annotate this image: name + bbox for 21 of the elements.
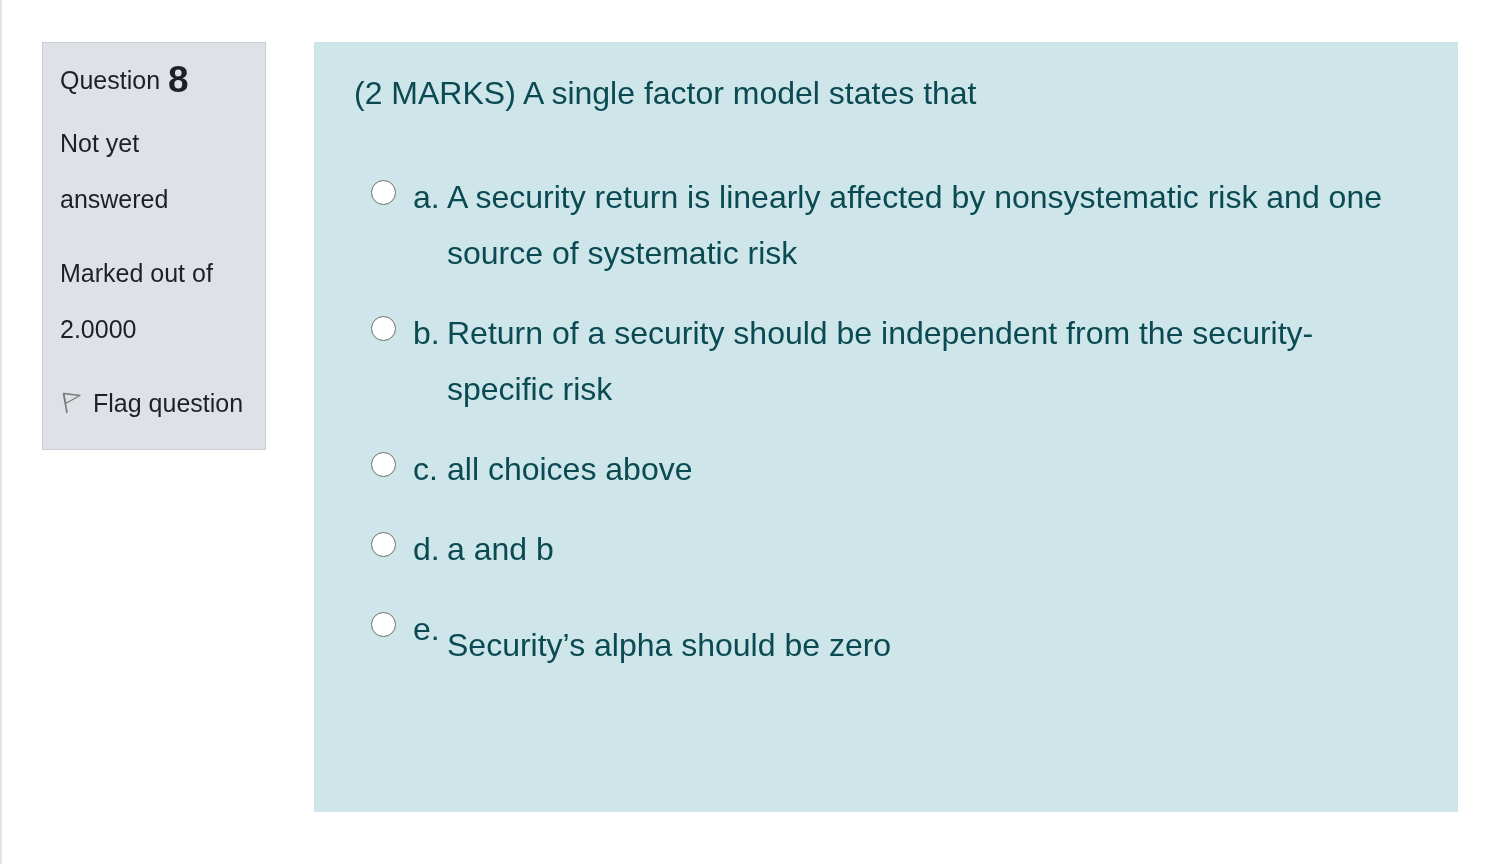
option-text: A security return is linearly affected by nonsystematic risk and one source of systematic risk (447, 178, 1383, 273)
radio-button[interactable] (371, 180, 396, 205)
question-label: Question (60, 65, 161, 96)
radio-button[interactable] (371, 532, 396, 557)
option-text: a and b (447, 530, 555, 569)
radio-button[interactable] (371, 452, 396, 477)
option-letter: b. (413, 314, 441, 353)
radio-button[interactable] (371, 316, 396, 341)
option-letter: c. (413, 450, 439, 489)
question-state: Not yet answered (60, 128, 170, 215)
option-text: Return of a security should be independent from the security-specific risk (447, 314, 1315, 409)
radio-button[interactable] (371, 612, 396, 637)
flag-question-link[interactable]: Flag question (60, 375, 257, 431)
option-letter: e. (413, 610, 441, 649)
option-text: Security’s alpha should be zero (447, 626, 893, 665)
question-number: 8 (168, 58, 189, 102)
option-letter: d. (413, 530, 441, 569)
option-text: all choices above (447, 450, 694, 489)
question-marks: Marked out of 2.0000 (60, 258, 214, 345)
option-letter: a. (413, 178, 441, 217)
question-text: (2 MARKS) A single factor model states that (354, 74, 978, 113)
